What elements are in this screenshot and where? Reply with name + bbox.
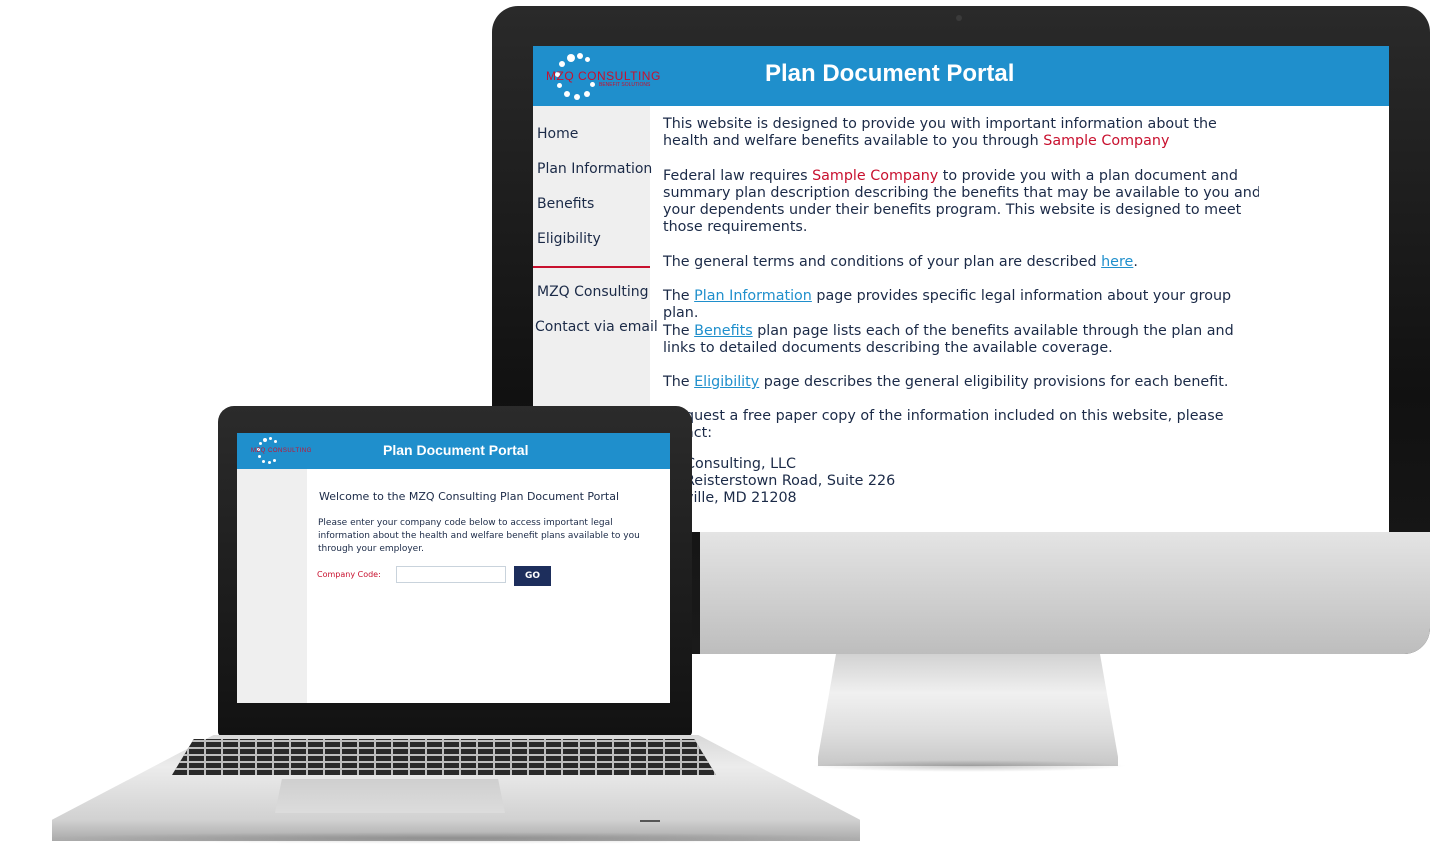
federal-law-text: Federal law requires bbox=[663, 168, 813, 184]
sidebar-item-benefits[interactable]: Benefits bbox=[537, 196, 594, 212]
plan-information-link[interactable]: Plan Information bbox=[694, 288, 812, 304]
address-line-1: Consulting, LLC bbox=[685, 456, 796, 472]
company-code-input[interactable] bbox=[396, 566, 506, 583]
eligibility-text: The bbox=[663, 374, 695, 390]
terms-period: . bbox=[1133, 254, 1138, 270]
logo-subtext: BENEFIT SOLUTIONS bbox=[599, 82, 651, 88]
sidebar-item-home[interactable]: Home bbox=[537, 126, 578, 142]
logo-text: MZQ CONSULTING bbox=[251, 448, 312, 454]
laptop-page-title: Plan Document Portal bbox=[383, 442, 529, 458]
intro-paragraph: This website is designed to provide you … bbox=[663, 116, 1263, 150]
go-button[interactable]: GO bbox=[514, 566, 551, 586]
sidebar-item-mzq-consulting[interactable]: MZQ Consulting bbox=[537, 284, 649, 300]
plan-info-text: The bbox=[663, 288, 695, 304]
sidebar-item-contact-email[interactable]: Contact via email bbox=[535, 319, 658, 335]
eligibility-link[interactable]: Eligibility bbox=[694, 374, 759, 390]
laptop-screen: MZQ CONSULTING Plan Document Portal Welc… bbox=[237, 433, 670, 703]
company-code-label: Company Code: bbox=[317, 570, 381, 579]
portal-header: MZQ CONSULTING BENEFIT SOLUTIONS Plan Do… bbox=[533, 46, 1389, 106]
terms-text: The general terms and conditions of your… bbox=[663, 254, 1102, 270]
request-copy-text: quest a free paper copy of the informati… bbox=[685, 408, 1224, 441]
laptop-portal-header: MZQ CONSULTING Plan Document Portal bbox=[237, 433, 670, 469]
company-name: Sample Company bbox=[1043, 133, 1170, 149]
monitor-bezel-bottom bbox=[700, 532, 1430, 654]
plan-info-paragraph: The Plan Information page provides speci… bbox=[663, 288, 1263, 322]
sidebar-item-eligibility[interactable]: Eligibility bbox=[537, 231, 601, 247]
instructions-text: Please enter your company code below to … bbox=[318, 518, 640, 554]
laptop-trackpad bbox=[275, 779, 505, 813]
address-line-2: Reisterstown Road, Suite 226 bbox=[685, 473, 896, 489]
benefits-link[interactable]: Benefits bbox=[694, 323, 753, 339]
welcome-heading: Welcome to the MZQ Consulting Plan Docum… bbox=[319, 490, 620, 503]
benefits-text: The bbox=[663, 323, 695, 339]
federal-law-paragraph: Federal law requires Sample Company to p… bbox=[663, 168, 1263, 236]
company-name: Sample Company bbox=[812, 168, 939, 184]
eligibility-text-rest: page describes the general eligibility p… bbox=[759, 374, 1229, 390]
address-line-3: ville, MD 21208 bbox=[685, 490, 797, 506]
monitor-stand bbox=[818, 654, 1118, 766]
request-copy-paragraph: quest a free paper copy of the informati… bbox=[685, 408, 1245, 442]
sidebar-item-plan-information[interactable]: Plan Information bbox=[537, 161, 652, 177]
terms-paragraph: The general terms and conditions of your… bbox=[663, 254, 1263, 271]
address-block: Consulting, LLC Reisterstown Road, Suite… bbox=[685, 456, 1245, 507]
nav-divider bbox=[533, 266, 650, 268]
right-margin bbox=[1259, 106, 1389, 532]
laptop-sidebar bbox=[237, 469, 307, 703]
laptop-shadow bbox=[40, 832, 870, 844]
eligibility-paragraph: The Eligibility page describes the gener… bbox=[663, 374, 1263, 391]
laptop-keyboard bbox=[172, 739, 716, 775]
benefits-paragraph: The Benefits plan page lists each of the… bbox=[663, 323, 1263, 357]
here-link[interactable]: here bbox=[1101, 254, 1133, 270]
laptop-indicator bbox=[640, 820, 660, 822]
stand-shadow bbox=[810, 760, 1128, 772]
camera-dot bbox=[956, 15, 962, 21]
logo-text: MZQ CONSULTING bbox=[546, 69, 661, 83]
page-title: Plan Document Portal bbox=[765, 60, 1015, 87]
